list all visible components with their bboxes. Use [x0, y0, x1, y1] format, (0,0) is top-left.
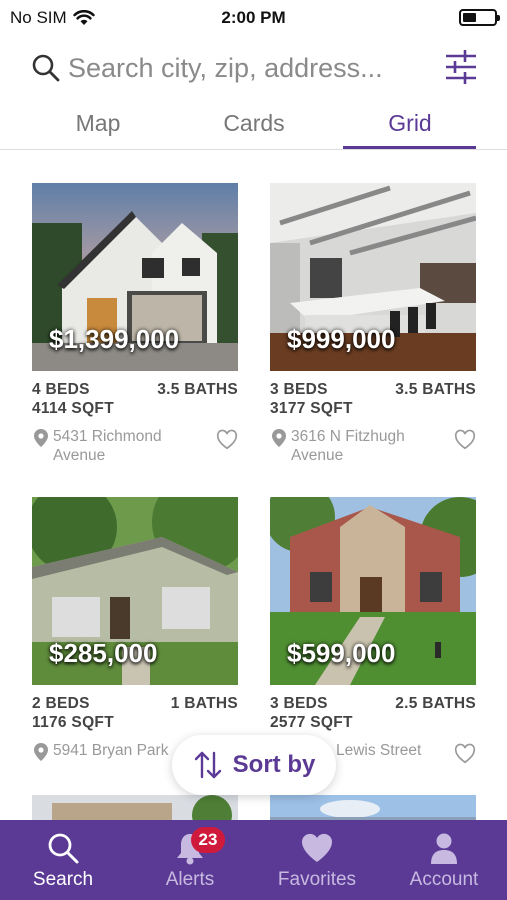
favorite-heart-icon[interactable] [216, 429, 238, 451]
sort-label: Sort by [232, 751, 316, 778]
sort-arrows-icon [194, 751, 221, 779]
listing-card[interactable] [32, 795, 238, 820]
listing-grid: $1,399,000 4 BEDS 3.5 BATHS 4114 SQFT 54… [0, 150, 507, 820]
heart-icon [301, 833, 333, 862]
listing-sqft: 2577 SQFT [270, 714, 353, 731]
listing-address: 3616 N Fitzhugh Avenue [291, 428, 405, 464]
search-icon [48, 833, 79, 864]
tabbar-label: Search [32, 869, 94, 890]
listing-beds: 3 BEDS [270, 695, 328, 712]
status-bar: No SIM 2:00 PM [0, 0, 507, 34]
search-bar [0, 44, 507, 92]
listing-photo[interactable] [270, 795, 476, 820]
tabbar-label: Alerts [165, 869, 215, 890]
listing-photo[interactable] [32, 795, 238, 820]
listing-address: 5431 Richmond Avenue [53, 428, 162, 464]
search-input[interactable] [68, 50, 428, 86]
tabbar-label: Account [409, 869, 479, 890]
clock: 2:00 PM [221, 8, 286, 27]
tabbar-label: Favorites [277, 869, 357, 890]
location-pin-icon [34, 429, 48, 447]
search-icon [32, 54, 60, 82]
battery-icon [459, 9, 500, 26]
listing-beds: 3 BEDS [270, 381, 328, 398]
favorite-heart-icon[interactable] [454, 429, 476, 451]
tabbar-item-alerts[interactable]: 23 Alerts [127, 820, 253, 900]
listing-photo[interactable]: $599,000 [270, 497, 476, 685]
person-icon [431, 833, 457, 864]
alerts-count-badge: 23 [191, 827, 225, 853]
listing-sqft: 4114 SQFT [32, 400, 114, 417]
sort-button[interactable]: Sort by [172, 735, 336, 795]
listing-price: $285,000 [49, 638, 158, 668]
location-pin-icon [34, 743, 48, 761]
listing-beds: 4 BEDS [32, 381, 90, 398]
tabbar-item-favorites[interactable]: Favorites [254, 820, 380, 900]
filter-sliders-icon[interactable] [445, 48, 477, 86]
bottom-tab-bar: Search 23 Alerts Favorites Account [0, 820, 507, 900]
listing-photo[interactable]: $999,000 [270, 183, 476, 371]
listing-sqft: 1176 SQFT [32, 714, 114, 731]
tabbar-item-search[interactable]: Search [0, 820, 126, 900]
listing-beds: 2 BEDS [32, 695, 90, 712]
listing-sqft: 3177 SQFT [270, 400, 353, 417]
listing-card[interactable]: $1,399,000 4 BEDS 3.5 BATHS 4114 SQFT 54… [32, 183, 238, 467]
listing-price: $1,399,000 [49, 324, 180, 354]
view-tabs: Map Cards Grid [0, 100, 507, 150]
listing-price: $599,000 [287, 638, 396, 668]
listing-baths: 1 BATHS [170, 695, 238, 712]
listing-baths: 2.5 BATHS [395, 695, 476, 712]
tabbar-item-account[interactable]: Account [381, 820, 507, 900]
favorite-heart-icon[interactable] [454, 743, 476, 765]
listing-baths: 3.5 BATHS [395, 381, 476, 398]
listing-baths: 3.5 BATHS [157, 381, 238, 398]
listing-photo[interactable]: $285,000 [32, 497, 238, 685]
active-tab-indicator [343, 146, 476, 149]
tab-grid[interactable]: Grid [340, 110, 480, 137]
tab-cards[interactable]: Cards [184, 110, 324, 137]
listing-card[interactable] [270, 795, 476, 820]
listing-price: $999,000 [287, 324, 396, 354]
listing-photo[interactable]: $1,399,000 [32, 183, 238, 371]
tab-map[interactable]: Map [28, 110, 168, 137]
location-pin-icon [272, 429, 286, 447]
listing-card[interactable]: $999,000 3 BEDS 3.5 BATHS 3177 SQFT 3616… [270, 183, 476, 467]
